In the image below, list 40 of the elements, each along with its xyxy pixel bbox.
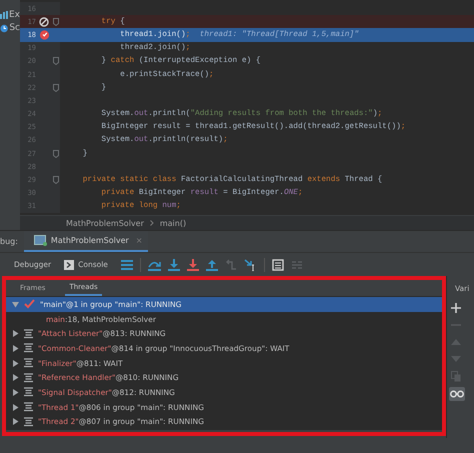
step-into-icon[interactable]: [168, 258, 180, 270]
breadcrumb-item[interactable]: MathProblemSolver: [66, 218, 144, 228]
expand-arrow-icon[interactable]: [12, 418, 19, 426]
fold-icon[interactable]: [53, 150, 59, 158]
expand-arrow-icon[interactable]: [12, 388, 19, 396]
expand-arrow-icon[interactable]: [12, 344, 19, 352]
calculator-icon[interactable]: [272, 258, 284, 270]
fold-icon[interactable]: [53, 176, 59, 184]
no-entry-icon[interactable]: [39, 16, 49, 27]
chevron-icon: [150, 220, 154, 226]
expand-arrow-icon[interactable]: [12, 404, 19, 411]
breadcrumb-item[interactable]: main(): [160, 218, 186, 228]
expand-arrow-icon[interactable]: [12, 330, 19, 338]
thread-icon: [24, 387, 33, 398]
bar-chart-icon: [0, 11, 8, 19]
collapse-arrow-icon[interactable]: [12, 300, 19, 308]
clock-icon: [0, 24, 8, 32]
thread-icon: [24, 358, 33, 368]
thread-icon: [24, 416, 33, 427]
glasses-icon[interactable]: [450, 390, 464, 398]
thread-icon: [24, 372, 33, 383]
breakpoint-icon[interactable]: [38, 29, 50, 40]
run-to-cursor-icon[interactable]: [244, 258, 257, 270]
thread-icon: [24, 343, 33, 354]
step-out-icon[interactable]: [206, 258, 218, 270]
force-step-into-icon[interactable]: [186, 258, 199, 270]
check-icon: [24, 299, 35, 310]
expand-arrow-icon[interactable]: [12, 360, 19, 367]
fold-icon[interactable]: [53, 84, 59, 92]
debug-label: bug:: [0, 237, 19, 246]
project-item[interactable]: Ex: [0, 10, 20, 20]
fold-icon[interactable]: [53, 57, 59, 66]
list-icon[interactable]: [120, 258, 133, 270]
fold-icon[interactable]: [53, 18, 59, 26]
add-icon[interactable]: [451, 303, 461, 313]
project-item[interactable]: Sc: [0, 23, 20, 33]
expand-arrow-icon[interactable]: [12, 374, 19, 382]
thread-icon: [24, 402, 33, 412]
thread-icon: [24, 328, 33, 339]
console-icon: [34, 235, 47, 246]
